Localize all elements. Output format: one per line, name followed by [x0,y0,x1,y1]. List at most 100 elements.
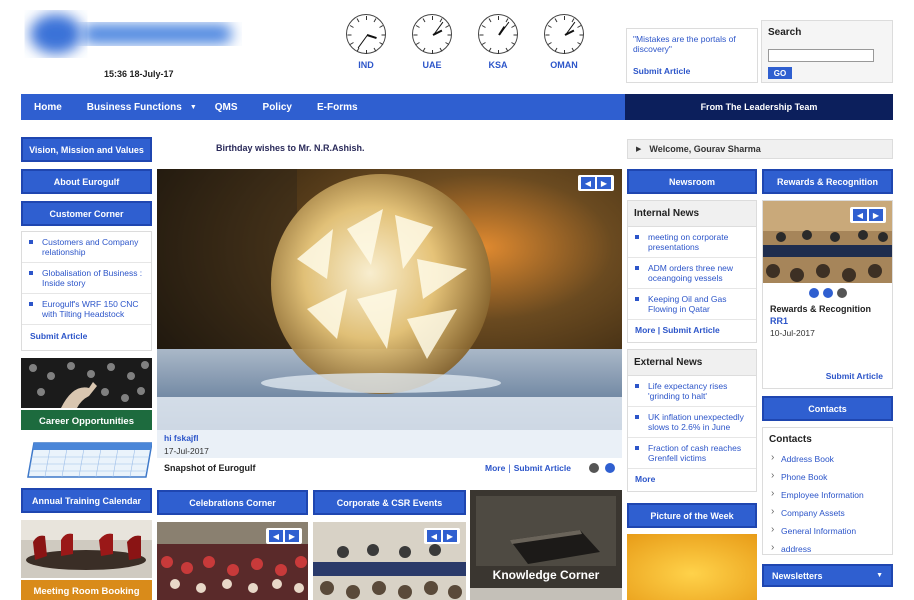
snapshot-more-link[interactable]: More [485,463,505,473]
slider-dot-2[interactable] [605,463,615,473]
list-item[interactable]: Fraction of cash reaches Grenfell victim… [628,438,756,469]
arrow-left-icon[interactable]: ◀ [427,530,441,542]
nav-eforms[interactable]: E-Forms [317,94,358,120]
internal-submit-link[interactable]: Submit Article [662,325,719,335]
nav-business-functions[interactable]: Business Functions ▼ [87,94,197,120]
caret-down-icon: ▼ [189,103,197,111]
list-item[interactable]: UK inflation unexpectedly slows to 2.6% … [628,407,756,438]
contact-link-employee-info[interactable]: Employee Information [769,486,886,504]
clock-tick [505,47,509,52]
list-item[interactable]: Eurogulf's WRF 150 CNC with Tilting Head… [22,294,151,325]
slide-caption-box: hi fskajfl 17-Jul-2017 [157,430,622,458]
contact-link-phone-book[interactable]: Phone Book [769,468,886,486]
leadership-bar[interactable]: From The Leadership Team [625,94,893,120]
picture-of-week-button[interactable]: Picture of the Week [627,503,757,528]
about-button[interactable]: About Eurogulf [21,169,152,194]
internal-more-link[interactable]: More [635,325,655,335]
clock-tick [413,34,418,36]
clock-tick [349,25,354,28]
training-calendar-button[interactable]: Annual Training Calendar [21,488,152,513]
arrow-right-icon[interactable]: ▶ [285,530,299,542]
newsroom-button[interactable]: Newsroom [627,169,757,194]
rewards-button[interactable]: Rewards & Recognition [762,169,893,194]
picture-of-week-tile[interactable] [627,534,757,600]
main-slider[interactable]: ◀ ▶ [157,169,622,430]
nav-home[interactable]: Home [34,94,62,120]
clock-tick [445,25,450,28]
csr-button[interactable]: Corporate & CSR Events [313,490,466,515]
contact-link-general-info[interactable]: General Information [769,522,886,540]
search-go-button[interactable]: GO [768,67,792,79]
arrow-left-icon[interactable]: ◀ [853,209,867,221]
contact-link-address-book[interactable]: Address Book [769,450,886,468]
arrow-right-icon[interactable]: ▶ [443,530,457,542]
clock-tick [577,42,582,45]
welcome-bar[interactable]: ▶ Welcome, Gourav Sharma [627,139,893,159]
list-item[interactable]: ADM orders three new oceangoing vessels [628,258,756,289]
rewards-panel: ◀ ▶ Rewards & Recognition RR1 10-Jul-201… [762,200,893,389]
clock-tick [545,34,550,36]
clock-tick [511,25,516,28]
clock-tick [498,16,499,20]
csr-tile[interactable]: ◀ ▶ [313,522,466,600]
contacts-panel: Contacts Address Book Phone Book Employe… [762,427,893,555]
clock-tick [422,18,426,23]
contacts-button[interactable]: Contacts [762,396,893,421]
clock-tick [513,34,518,36]
arrow-right-icon[interactable]: ▶ [597,177,611,189]
list-item[interactable]: Life expectancy rises 'grinding to halt' [628,376,756,407]
clock-tick [564,50,565,54]
rewards-submit-link[interactable]: Submit Article [826,371,883,381]
celebrations-tile[interactable]: ◀ ▶ [157,522,308,600]
header-datetime: 15:36 18-July-17 [104,69,174,79]
customer-corner-button[interactable]: Customer Corner [21,201,152,226]
slide-caption[interactable]: hi fskajfl [164,433,615,443]
meeting-room-tile[interactable]: Meeting Room Booking [21,520,152,600]
slider-dot-1[interactable] [589,463,599,473]
rewards-image-wrap[interactable]: ◀ ▶ [763,201,892,283]
slider-dot-1[interactable] [808,288,819,298]
internal-news-panel: Internal News meeting on corporate prese… [627,200,757,343]
clock-tick [439,47,443,52]
external-news-title: External News [628,350,756,376]
customer-submit-link[interactable]: Submit Article [22,325,151,347]
main-nav: Home Business Functions ▼ QMS Policy E-F… [21,94,625,120]
clock-tick [366,50,367,54]
list-item[interactable]: Keeping Oil and Gas Flowing in Qatar [628,289,756,320]
calendar-icon[interactable] [21,437,153,483]
knowledge-corner-tile[interactable]: Knowledge Corner [470,490,622,600]
list-item[interactable]: Globalisation of Business : Inside story [22,263,151,294]
search-input[interactable] [768,49,874,62]
clock-tick [547,25,552,28]
quote-submit-link[interactable]: Submit Article [633,66,690,76]
slider-dot-2[interactable] [822,288,833,298]
rewards-sub-link[interactable]: RR1 [763,314,892,326]
career-label: Career Opportunities [21,410,152,430]
career-tile[interactable]: Career Opportunities [21,358,152,430]
csr-arrows: ◀ ▶ [424,528,460,544]
external-more-link[interactable]: More [635,474,655,484]
celebrations-button[interactable]: Celebrations Corner [157,490,308,515]
nav-qms[interactable]: QMS [215,94,238,120]
quote-text: "Mistakes are the portals of discovery" [633,34,736,54]
rewards-arrows: ◀ ▶ [850,207,886,223]
arrow-left-icon[interactable]: ◀ [581,177,595,189]
clock-tick [432,50,433,54]
list-item[interactable]: meeting on corporate presentations [628,227,756,258]
list-item[interactable]: Customers and Company relationship [22,232,151,263]
separator: | [508,463,511,473]
arrow-right-icon[interactable]: ▶ [869,209,883,221]
nav-policy[interactable]: Policy [263,94,292,120]
slider-arrows: ◀ ▶ [578,175,614,191]
snapshot-submit-link[interactable]: Submit Article [514,463,571,473]
contact-link-address[interactable]: address [769,540,886,558]
vision-button[interactable]: Vision, Mission and Values [21,137,152,162]
clock-label: UAE [422,60,442,70]
slide-date: 17-Jul-2017 [164,446,209,456]
arrow-left-icon[interactable]: ◀ [269,530,283,542]
contact-link-company-assets[interactable]: Company Assets [769,504,886,522]
newsletters-button[interactable]: Newsletters ▼ [762,564,893,587]
slider-dot-3[interactable] [836,288,847,298]
company-logo[interactable] [22,6,242,62]
nav-business-functions-label: Business Functions [86,101,182,113]
